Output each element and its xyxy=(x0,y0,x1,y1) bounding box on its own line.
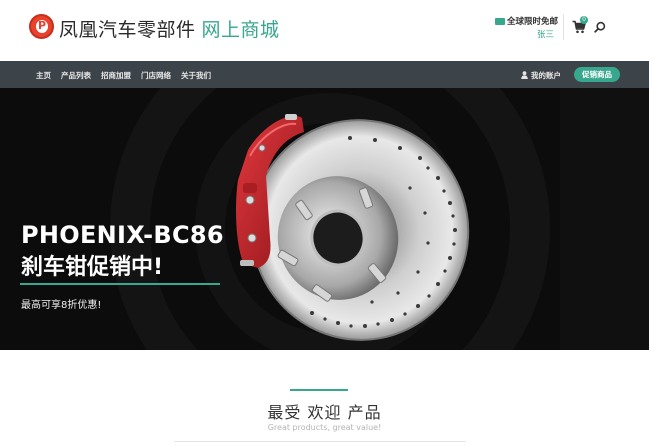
main-nav: 主页 产品列表 招商加盟 门店网络 关于我们 我的账户 xyxy=(0,61,649,88)
search-icon[interactable] xyxy=(594,21,606,33)
nav-item-stores[interactable]: 门店网络 xyxy=(141,70,171,81)
hero-subtitle: 刹车钳促销中! xyxy=(21,255,164,280)
nav-item-products[interactable]: 产品列表 xyxy=(61,70,91,81)
hero-discount-note: 最高可享8折优惠! xyxy=(21,300,102,311)
nav-item-about[interactable]: 关于我们 xyxy=(181,70,211,81)
nav-item-franchise[interactable]: 招商加盟 xyxy=(101,70,131,81)
hero-title: PHOENIX-BC86 xyxy=(21,221,224,249)
section-subtitle: Great products, great value! xyxy=(267,423,382,432)
shipping-text: 全球限时免邮 xyxy=(507,17,559,27)
logo-icon[interactable]: P xyxy=(29,14,54,39)
user-name-link[interactable]: 张三 xyxy=(537,28,554,40)
account-label: 我的账户 xyxy=(531,71,561,80)
section-title: 最受 欢迎 产品 xyxy=(267,403,382,422)
site-brand[interactable]: 凤凰汽车零部件 网上商城 xyxy=(59,15,280,42)
user-icon xyxy=(521,71,528,79)
nav-item-home[interactable]: 主页 xyxy=(36,70,51,81)
cart-count-badge: 0 xyxy=(580,16,588,24)
account-link[interactable]: 我的账户 xyxy=(521,70,561,81)
promo-products-button[interactable]: 促销商品 xyxy=(574,67,620,82)
brand-name: 凤凰汽车零部件 xyxy=(59,19,196,41)
section-divider xyxy=(174,441,466,442)
free-shipping-notice: 全球限时免邮 xyxy=(495,15,558,27)
section-accent-line xyxy=(290,389,348,391)
truck-icon xyxy=(495,18,505,25)
brand-tagline: 网上商城 xyxy=(201,19,280,41)
hero-banner[interactable]: PHOENIX-BC86 刹车钳促销中! 最高可享8折优惠! xyxy=(0,88,649,350)
header-divider xyxy=(563,14,564,40)
hero-divider xyxy=(20,283,220,285)
site-header: P 凤凰汽车零部件 网上商城 全球限时免邮 张三 0 xyxy=(0,0,649,61)
